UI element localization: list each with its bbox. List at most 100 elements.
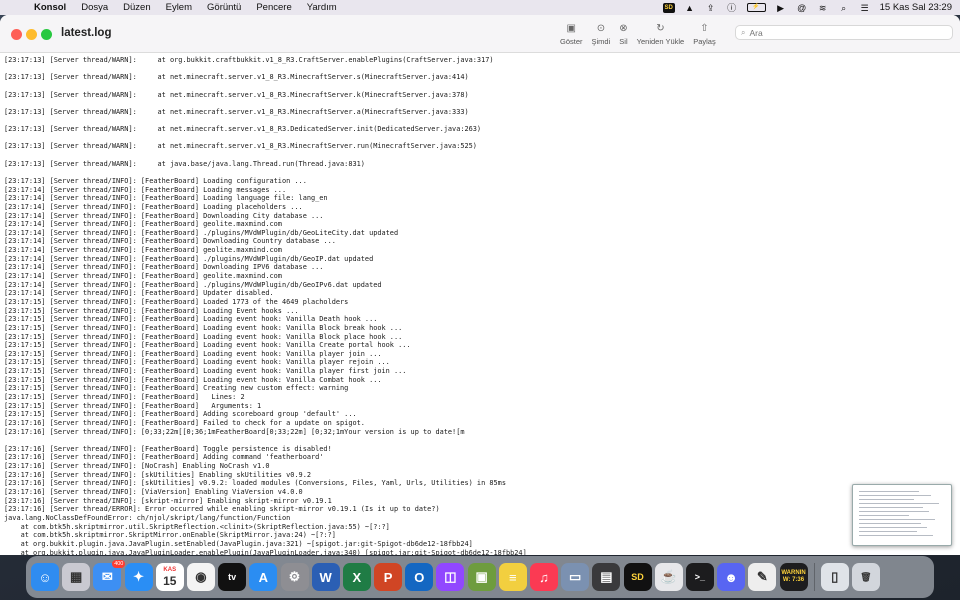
drive-tray-icon[interactable]: ▲ (684, 3, 696, 13)
finder-icon[interactable]: ☺ (31, 563, 59, 591)
menu-edit[interactable]: Düzen (123, 2, 150, 13)
log-view[interactable]: [23:17:13] [Server thread/WARN]: at org.… (0, 54, 960, 555)
trash-icon[interactable]: 🗑 (851, 563, 880, 591)
chrome-icon[interactable]: ◉ (186, 563, 215, 591)
menu-window[interactable]: Pencere (256, 2, 291, 13)
log-line: [23:17:14] [Server thread/INFO]: [Feathe… (4, 289, 274, 298)
clear-button[interactable]: ⊗ Sil (619, 22, 627, 46)
preview-icon[interactable]: ▭ (561, 563, 590, 591)
menu-view[interactable]: Görüntü (207, 2, 241, 13)
upload-tray-icon[interactable]: ⇪ (705, 3, 717, 13)
mail-icon[interactable]: ✉ 400 (93, 560, 126, 591)
log-line: [23:17:15] [Server thread/INFO]: [Feathe… (4, 384, 349, 393)
sd-app-icon[interactable]: SD (623, 563, 652, 591)
show-button[interactable]: ▣ Göster (560, 22, 583, 46)
menu-help[interactable]: Yardım (307, 2, 337, 13)
minecraft-icon[interactable]: ▣ (467, 563, 496, 591)
screenshot-thumbnail[interactable] (852, 484, 952, 546)
textedit-icon[interactable]: ✎ (748, 563, 777, 591)
system-preferences-icon[interactable]: ⚙ (280, 563, 309, 591)
log-line: [23:17:15] [Server thread/INFO]: [Feathe… (4, 306, 299, 315)
word-icon[interactable]: W (311, 563, 340, 591)
notes-icon[interactable]: ≡ (498, 563, 527, 591)
log-line: [23:17:14] [Server thread/INFO]: [Feathe… (4, 272, 282, 281)
battery-icon[interactable]: ⚡ (746, 3, 766, 12)
close-window-button[interactable] (11, 29, 22, 40)
music-icon[interactable]: ♫ (530, 563, 558, 591)
terminal-icon[interactable]: >_ (685, 563, 714, 591)
spotlight-search-icon[interactable]: ⌕ (838, 3, 850, 13)
menu-file[interactable]: Dosya (81, 2, 108, 13)
menu-bar: Konsol Dosya Düzen Eylem Görüntü Pencere… (0, 0, 960, 15)
log-line: [23:17:14] [Server thread/INFO]: [Feathe… (4, 263, 324, 272)
documents-glyph: ▯ (831, 569, 839, 584)
play-tray-icon[interactable]: ▶ (775, 3, 787, 13)
warnings-widget-icon[interactable]: WARNIN W: 7:36 (779, 563, 808, 591)
word-glyph: W (319, 569, 332, 585)
excel-icon[interactable]: X (342, 563, 371, 591)
clear-label: Sil (619, 37, 628, 46)
calculator-icon[interactable]: ▤ (592, 563, 621, 591)
log-line: [23:17:13] [Server thread/WARN]: at org.… (4, 56, 494, 64)
log-line: at com.btk5h.skriptmirror.util.SkriptRef… (4, 522, 390, 531)
calendar-icon[interactable]: KAS 15 (155, 563, 184, 591)
terminal-glyph: >_ (694, 572, 706, 582)
maximize-window-button[interactable] (41, 29, 52, 40)
share-button[interactable]: ⇧ Paylaş (693, 22, 716, 46)
search-icon: ⌕ (741, 27, 746, 37)
sd-tray-icon[interactable]: SD (662, 2, 675, 13)
apple-tv-icon[interactable]: tv (218, 563, 247, 591)
now-button[interactable]: ⊙ Şimdi (592, 22, 611, 46)
at-tray-icon[interactable]: @ (796, 3, 808, 13)
log-line: [23:17:14] [Server thread/INFO]: [Feathe… (4, 228, 399, 237)
info-tray-icon[interactable]: ⓘ (726, 3, 738, 13)
log-line: [23:17:14] [Server thread/INFO]: [Feathe… (4, 280, 382, 289)
system-preferences-glyph: ⚙ (288, 569, 301, 584)
java-glyph: ☕ (660, 569, 677, 584)
menu-app-name[interactable]: Konsol (34, 2, 66, 13)
launchpad-icon[interactable]: ▦ (62, 563, 91, 591)
notes-glyph: ≡ (509, 569, 517, 585)
search-field[interactable]: ⌕ (735, 25, 953, 40)
log-line: [23:17:16] [Server thread/INFO]: [Feathe… (4, 453, 324, 462)
log-line: [23:17:13] [Server thread/INFO]: [Feathe… (4, 176, 307, 185)
log-line: [23:17:13] [Server thread/WARN]: at net.… (4, 90, 469, 99)
log-line: [23:17:15] [Server thread/INFO]: [Feathe… (4, 367, 407, 376)
finder-glyph: ☺ (38, 569, 52, 585)
control-center-icon[interactable]: ☰ (859, 3, 871, 13)
discord-icon[interactable]: ☻ (717, 563, 746, 591)
safari-icon[interactable]: ✦ (124, 563, 153, 591)
reload-button[interactable]: ↻ Yeniden Yükle (637, 22, 685, 46)
twitch-icon[interactable]: ◫ (436, 563, 465, 591)
search-input[interactable] (749, 27, 930, 38)
show-label: Göster (560, 37, 583, 46)
twitch-glyph: ◫ (444, 569, 457, 584)
powerpoint-icon[interactable]: P (374, 563, 403, 591)
documents-icon[interactable]: ▯ (820, 563, 849, 591)
java-icon[interactable]: ☕ (654, 563, 683, 591)
log-line: at com.btk5h.skriptmirror.SkriptMirror.o… (4, 531, 336, 540)
log-line: [23:17:14] [Server thread/INFO]: [Feathe… (4, 220, 282, 229)
log-line: [23:17:13] [Server thread/WARN]: at net.… (4, 125, 482, 134)
log-line: [23:17:15] [Server thread/INFO]: [Feathe… (4, 323, 403, 332)
calculator-glyph: ▤ (600, 569, 613, 584)
outlook-icon[interactable]: O (405, 563, 434, 591)
share-icon: ⇧ (700, 23, 709, 34)
log-line: [23:17:13] [Server thread/WARN]: at java… (4, 159, 365, 168)
console-window: latest.log ▣ Göster ⊙ Şimdi ⊗ Sil ↻ Yeni… (0, 15, 960, 555)
app-store-icon[interactable]: A (249, 563, 278, 591)
safari-glyph: ✦ (133, 569, 145, 584)
wifi-icon[interactable]: ≋ (817, 3, 829, 13)
log-line: [23:17:16] [Server thread/INFO]: [NoCras… (4, 462, 270, 471)
toolbar: ▣ Göster ⊙ Şimdi ⊗ Sil ↻ Yeniden Yükle ⇧… (560, 22, 725, 46)
preview-glyph: ▭ (569, 569, 582, 584)
menubar-datetime[interactable]: 15 Kas Sal 23:29 (880, 2, 952, 13)
status-tray: SD ▲ ⇪ ⓘ ⚡ ▶ @ ≋ ⌕ ☰ 15 Kas Sal 23:29 (662, 2, 952, 13)
minecraft-glyph: ▣ (475, 569, 488, 584)
calendar-day-label: 15 (163, 573, 177, 588)
menu-action[interactable]: Eylem (166, 2, 192, 13)
minimize-window-button[interactable] (26, 29, 37, 40)
log-line: [23:17:13] [Server thread/WARN]: at net.… (4, 73, 469, 82)
